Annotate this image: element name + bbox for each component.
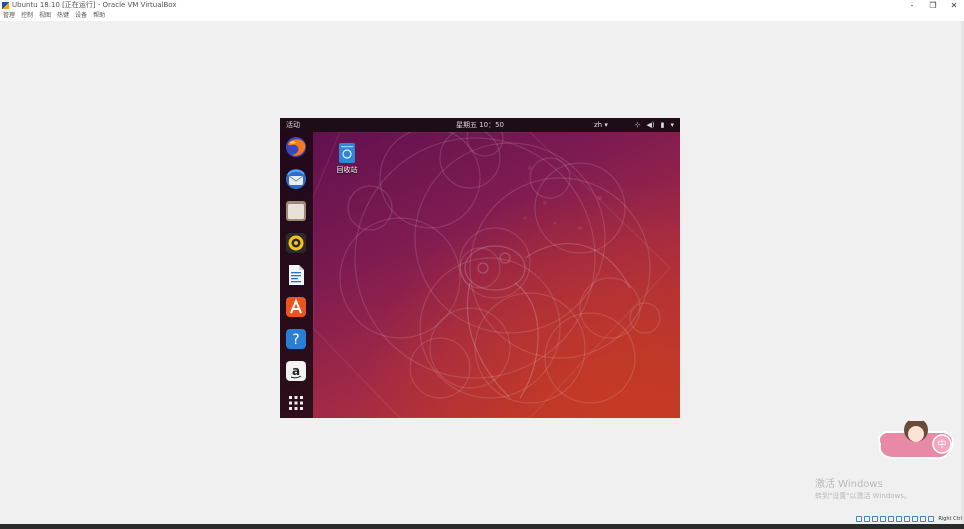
system-tray[interactable]: ⊹ ◀) ▮ ▾ xyxy=(635,118,674,132)
menu-manage[interactable]: 管理 xyxy=(3,11,15,21)
input-method-indicator[interactable]: zh ▾ xyxy=(594,118,608,132)
recording-icon[interactable] xyxy=(912,516,919,522)
trash-icon xyxy=(338,142,356,164)
help-icon[interactable]: ? xyxy=(284,327,308,351)
firefox-icon[interactable] xyxy=(284,135,308,159)
anime-sticker-widget[interactable]: 中 xyxy=(872,410,958,466)
files-icon[interactable] xyxy=(284,199,308,223)
clock[interactable]: 星期五 10：50 xyxy=(280,118,680,132)
host-key-label: Right Ctrl xyxy=(938,516,962,522)
amazon-icon[interactable]: a xyxy=(284,359,308,383)
trash-desktop-icon[interactable]: 回收站 xyxy=(332,142,362,175)
sticker-char: 中 xyxy=(937,438,946,450)
windows-activation-watermark: 激活 Windows 转到"设置"以激活 Windows。 xyxy=(815,475,911,501)
audio-icon[interactable] xyxy=(872,516,879,522)
show-applications-icon[interactable] xyxy=(284,391,308,415)
host-titlebar: Ubuntu 18.10 [正在运行] - Oracle VM VirtualB… xyxy=(0,0,964,11)
host-menubar: 管理 控制 视图 热键 设备 帮助 xyxy=(0,11,964,21)
ubuntu-desktop[interactable]: 活动 星期五 10：50 zh ▾ ⊹ ◀) ▮ ▾ ? a 回收站 xyxy=(280,118,680,418)
watermark-line1: 激活 Windows xyxy=(815,479,883,490)
watermark-line2: 转到"设置"以激活 Windows。 xyxy=(815,492,911,500)
usb-icon[interactable] xyxy=(888,516,895,522)
restore-button[interactable]: ❐ xyxy=(927,0,939,11)
network-status-icon[interactable] xyxy=(880,516,887,522)
ubuntu-dock: ? a xyxy=(280,132,313,418)
display-icon[interactable] xyxy=(904,516,911,522)
hdd-icon[interactable] xyxy=(856,516,863,522)
menu-hotkey[interactable]: 热键 xyxy=(57,11,69,21)
menu-help[interactable]: 帮助 xyxy=(93,11,105,21)
svg-text:a: a xyxy=(292,364,300,378)
trash-label: 回收站 xyxy=(336,166,358,174)
network-icon: ⊹ xyxy=(634,121,641,129)
optical-icon[interactable] xyxy=(864,516,871,522)
menu-control[interactable]: 控制 xyxy=(21,11,33,21)
minimize-button[interactable]: - xyxy=(906,0,918,11)
gnome-top-bar: 活动 星期五 10：50 zh ▾ ⊹ ◀) ▮ ▾ xyxy=(280,118,680,132)
close-button[interactable]: ✕ xyxy=(948,0,960,11)
ubuntu-software-icon[interactable] xyxy=(284,295,308,319)
svg-text:?: ? xyxy=(292,332,299,348)
arrow-down-icon: ▾ xyxy=(670,121,674,129)
menu-devices[interactable]: 设备 xyxy=(75,11,87,21)
vm-status-bar: Right Ctrl xyxy=(856,514,962,524)
battery-icon: ▮ xyxy=(660,121,665,129)
menu-view[interactable]: 视图 xyxy=(39,11,51,21)
virtualbox-icon xyxy=(2,2,9,9)
thunderbird-icon[interactable] xyxy=(284,167,308,191)
window-title: Ubuntu 18.10 [正在运行] - Oracle VM VirtualB… xyxy=(12,1,177,9)
shared-folder-icon[interactable] xyxy=(896,516,903,522)
rhythmbox-icon[interactable] xyxy=(284,231,308,255)
volume-icon: ◀) xyxy=(646,121,655,129)
libreoffice-writer-icon[interactable] xyxy=(284,263,308,287)
host-taskbar xyxy=(0,524,964,529)
mouse-integration-icon[interactable] xyxy=(928,516,935,522)
cpu-icon[interactable] xyxy=(920,516,927,522)
